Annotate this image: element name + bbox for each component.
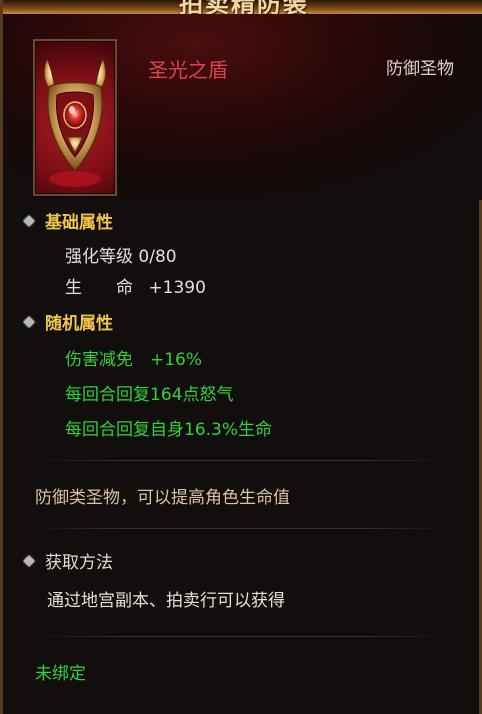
window-title-bar: 拍卖精防装 (3, 0, 482, 14)
diamond-bullet-icon (23, 214, 35, 227)
acquire-method-header: 获取方法 (23, 548, 113, 573)
diamond-bullet-icon (23, 315, 35, 328)
hp-value: +1390 (148, 278, 206, 298)
item-tooltip-panel: 拍卖精防装 圣光之盾 防御圣物 基础属性 强化等级 0/80 生 命 +1390… (0, 0, 482, 714)
window-title: 拍卖精防装 (179, 0, 309, 14)
hp-row: 生 命 +1390 (65, 273, 206, 298)
random-attribute-line: 伤害减免 +16% (65, 350, 203, 370)
basic-attributes-title: 基础属性 (45, 213, 113, 233)
random-attributes-header: 随机属性 (23, 309, 113, 334)
random-attribute-line: 每回合回复164点怒气 (65, 385, 234, 405)
binding-status: 未绑定 (35, 664, 86, 684)
random-attribute-line: 每回合回复自身16.3%生命 (65, 420, 273, 440)
acquire-method-text: 通过地宫副本、拍卖行可以获得 (47, 591, 285, 611)
item-header: 圣光之盾 防御圣物 (6, 14, 482, 200)
item-description: 防御类圣物，可以提高角色生命值 (35, 488, 290, 508)
divider (33, 460, 449, 461)
diamond-bullet-icon (23, 554, 35, 567)
item-name: 圣光之盾 (148, 58, 228, 82)
divider (33, 636, 449, 637)
basic-attributes-header: 基础属性 (23, 208, 113, 233)
enhance-level-value: 0/80 (138, 247, 177, 267)
hp-label: 生 命 (65, 278, 133, 298)
divider (33, 528, 449, 529)
enhance-level-row: 强化等级 0/80 (65, 242, 177, 267)
enhance-level-label: 强化等级 (65, 247, 133, 267)
holy-shield-icon (43, 57, 107, 187)
random-attributes-title: 随机属性 (45, 314, 113, 334)
acquire-method-title: 获取方法 (45, 553, 113, 573)
item-type: 防御圣物 (386, 59, 454, 79)
item-icon-frame[interactable] (33, 39, 117, 196)
